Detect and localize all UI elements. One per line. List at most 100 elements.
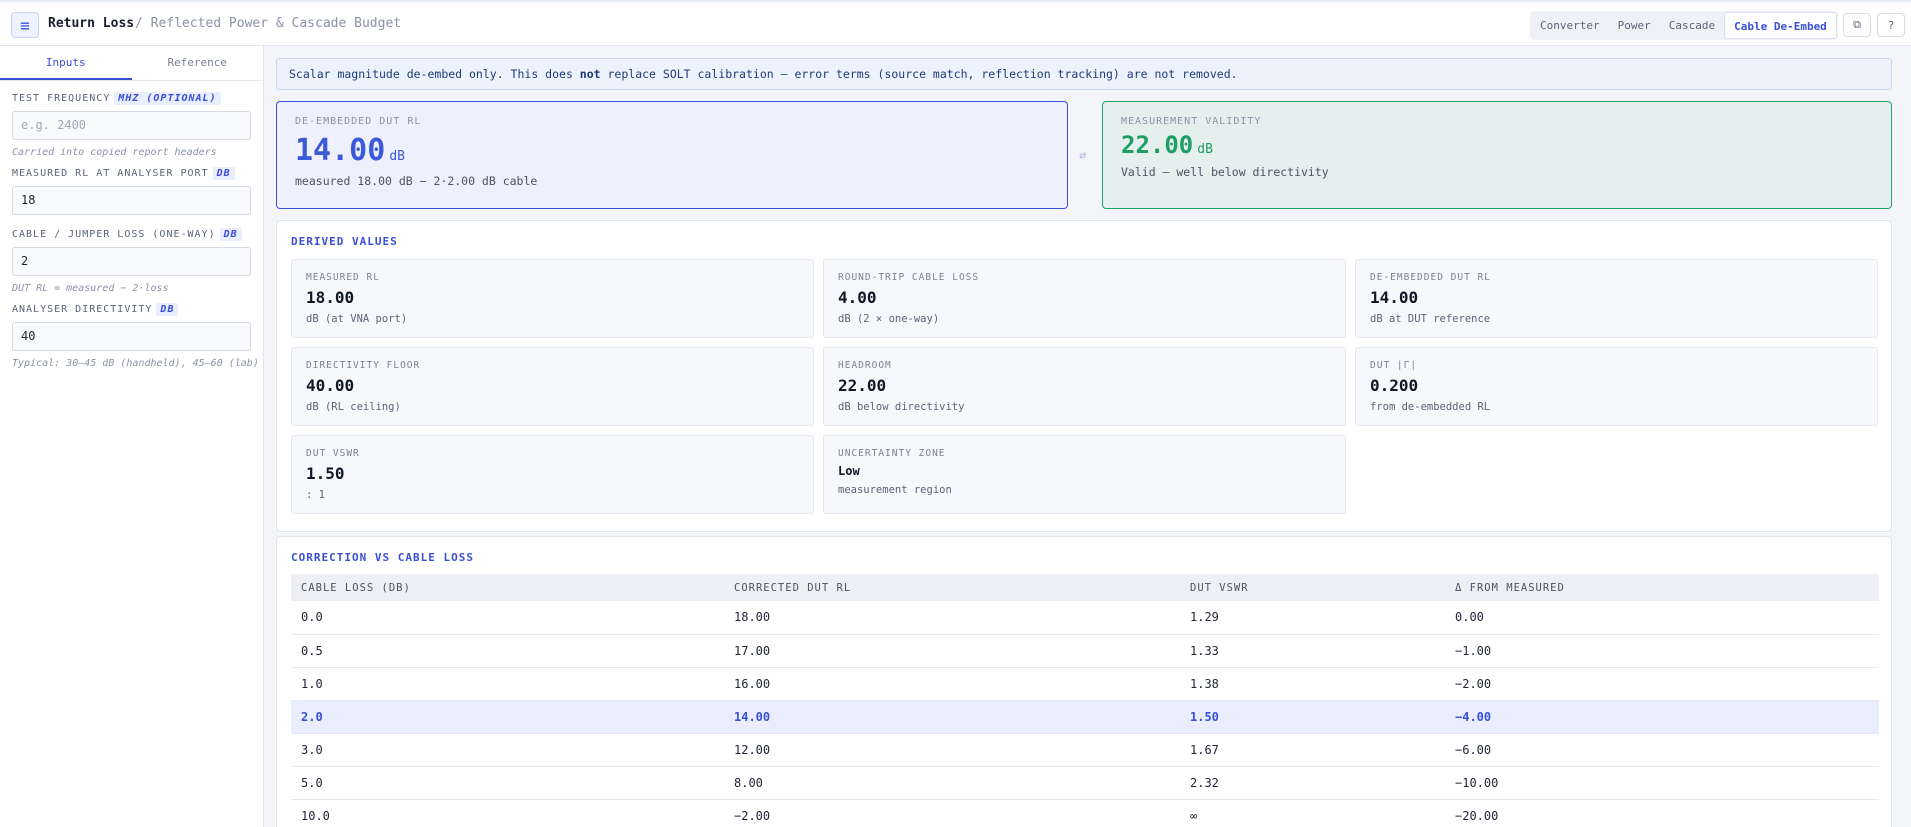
table-cell: 16.00 bbox=[724, 667, 1180, 701]
directivity-unit: DB bbox=[156, 303, 179, 316]
dut-rl-value: 14.00 bbox=[295, 133, 386, 168]
table-cell: 8.00 bbox=[724, 766, 1180, 800]
card-sub: dB (at VNA port) bbox=[306, 313, 408, 325]
hamburger-menu-icon[interactable]: ≡ bbox=[11, 12, 39, 38]
derived-card-vswr: DUT VSWR 1.50 : 1 bbox=[291, 435, 814, 514]
freq-unit: MHZ (OPTIONAL) bbox=[114, 92, 221, 105]
derived-title: DERIVED VALUES bbox=[291, 235, 398, 248]
table-cell: 2.32 bbox=[1180, 766, 1445, 800]
notice-text-bold: not bbox=[579, 67, 601, 81]
dut-rl-label: DE-EMBEDDED DUT RL bbox=[295, 116, 422, 127]
table-cell: −6.00 bbox=[1445, 733, 1879, 767]
card-value: 1.50 bbox=[306, 464, 345, 483]
col-vswr: DUT VSWR bbox=[1180, 574, 1445, 601]
table-row: 2.0 14.00 1.50 −4.00 bbox=[291, 700, 1879, 734]
tab-cascade[interactable]: Cascade bbox=[1660, 12, 1724, 39]
validity-value: 22.00 bbox=[1121, 131, 1194, 159]
table-cell: 1.0 bbox=[291, 667, 724, 701]
directivity-label-text: ANALYSER DIRECTIVITY bbox=[12, 304, 153, 315]
table-cell: 0.0 bbox=[291, 601, 724, 635]
table-cell: 2.0 bbox=[291, 700, 724, 734]
card-sub: dB at DUT reference bbox=[1370, 313, 1491, 325]
card-label: DUT |Γ| bbox=[1370, 360, 1418, 371]
table-cell: 18.00 bbox=[724, 601, 1180, 635]
help-icon[interactable]: ? bbox=[1877, 13, 1905, 37]
freq-label: TEST FREQUENCY MHZ (OPTIONAL) bbox=[12, 92, 263, 105]
table-cell: 14.00 bbox=[724, 700, 1180, 734]
table-cell: 10.0 bbox=[291, 799, 724, 827]
frequency-input[interactable]: e.g. 2400 bbox=[12, 111, 251, 140]
table-cell: −4.00 bbox=[1445, 700, 1879, 734]
card-label: MEASURED RL bbox=[306, 272, 380, 283]
table-cell: 3.0 bbox=[291, 733, 724, 767]
table-cell: 1.38 bbox=[1180, 667, 1445, 701]
table-row: 10.0 −2.00 ∞ −20.00 bbox=[291, 799, 1879, 827]
col-cable-loss: CABLE LOSS (DB) bbox=[291, 574, 724, 601]
card-sub: dB (RL ceiling) bbox=[306, 401, 401, 413]
tab-reference[interactable]: Reference bbox=[132, 46, 264, 80]
cable-hint: DUT RL = measured − 2·loss bbox=[12, 283, 169, 294]
card-sub: dB (2 × one-way) bbox=[838, 313, 940, 325]
tab-power[interactable]: Power bbox=[1609, 12, 1660, 39]
table-row: 0.5 17.00 1.33 −1.00 bbox=[291, 634, 1879, 668]
card-value: 18.00 bbox=[306, 288, 355, 307]
main-content: Scalar magnitude de-embed only. This doe… bbox=[264, 46, 1911, 827]
table-cell: 0.5 bbox=[291, 634, 724, 668]
derived-card-headroom: HEADROOM 22.00 dB below directivity bbox=[823, 347, 1346, 426]
measured-label-text: MEASURED RL AT ANALYSER PORT bbox=[12, 168, 209, 179]
table-cell: −2.00 bbox=[724, 799, 1180, 827]
table-cell: 1.50 bbox=[1180, 700, 1445, 734]
derived-card-directivity: DIRECTIVITY FLOOR 40.00 dB (RL ceiling) bbox=[291, 347, 814, 426]
card-sub: from de-embedded RL bbox=[1370, 401, 1491, 413]
cable-label: CABLE / JUMPER LOSS (ONE-WAY) DB bbox=[12, 228, 263, 241]
table-cell: 1.67 bbox=[1180, 733, 1445, 767]
notice-text-pre: Scalar magnitude de-embed only. This doe… bbox=[289, 67, 580, 81]
cable-loss-input[interactable]: 2 bbox=[12, 247, 251, 276]
col-delta: Δ FROM MEASURED bbox=[1445, 574, 1879, 601]
correction-title: CORRECTION VS CABLE LOSS bbox=[291, 551, 474, 564]
tab-cable-de-embed[interactable]: Cable De-Embed bbox=[1724, 12, 1837, 39]
col-corrected-rl: CORRECTED DUT RL bbox=[724, 574, 1180, 601]
derived-values-panel: DERIVED VALUES MEASURED RL 18.00 dB (at … bbox=[276, 220, 1892, 532]
table-row: 3.0 12.00 1.67 −6.00 bbox=[291, 733, 1879, 767]
validity-card: MEASUREMENT VALIDITY 22.00 dB Valid — wel… bbox=[1102, 101, 1892, 209]
card-sub: dB below directivity bbox=[838, 401, 965, 413]
dut-rl-formula: measured 18.00 dB − 2·2.00 dB cable bbox=[295, 174, 538, 188]
card-sub: : 1 bbox=[306, 489, 325, 501]
page-subtitle: / Reflected Power & Cascade Budget bbox=[135, 16, 402, 31]
table-row: 1.0 16.00 1.38 −2.00 bbox=[291, 667, 1879, 701]
notice-text-post: replace SOLT calibration — error terms (… bbox=[600, 67, 1238, 81]
card-value: 22.00 bbox=[838, 376, 887, 395]
sidebar-tabs: Inputs Reference bbox=[0, 46, 263, 81]
card-value: 0.200 bbox=[1370, 376, 1419, 395]
table-cell: −2.00 bbox=[1445, 667, 1879, 701]
card-label: DE-EMBEDDED DUT RL bbox=[1370, 272, 1491, 283]
dut-rl-unit: dB bbox=[389, 149, 405, 164]
freq-label-text: TEST FREQUENCY bbox=[12, 93, 111, 104]
info-notice: Scalar magnitude de-embed only. This doe… bbox=[276, 58, 1892, 90]
correction-table: CABLE LOSS (DB) CORRECTED DUT RL DUT VSW… bbox=[291, 574, 1879, 827]
card-label: ROUND-TRIP CABLE LOSS bbox=[838, 272, 980, 283]
card-value: 14.00 bbox=[1370, 288, 1419, 307]
tab-inputs[interactable]: Inputs bbox=[0, 46, 132, 80]
measured-rl-input[interactable]: 18 bbox=[12, 186, 251, 215]
card-value: 4.00 bbox=[838, 288, 877, 307]
cable-label-text: CABLE / JUMPER LOSS (ONE-WAY) bbox=[12, 229, 216, 240]
table-cell: −20.00 bbox=[1445, 799, 1879, 827]
table-cell: ∞ bbox=[1180, 799, 1445, 827]
validity-unit: dB bbox=[1197, 142, 1213, 157]
table-cell: −10.00 bbox=[1445, 766, 1879, 800]
validity-value-row: 22.00 dB bbox=[1121, 131, 1873, 159]
measured-unit: DB bbox=[212, 167, 235, 180]
table-cell: 0.00 bbox=[1445, 601, 1879, 635]
directivity-input[interactable]: 40 bbox=[12, 322, 251, 351]
measured-label: MEASURED RL AT ANALYSER PORT DB bbox=[12, 167, 263, 180]
freq-hint: Carried into copied report headers bbox=[12, 147, 217, 158]
table-cell: 1.33 bbox=[1180, 634, 1445, 668]
copy-icon[interactable]: ⧉ bbox=[1843, 13, 1871, 37]
derived-card-gamma: DUT |Γ| 0.200 from de-embedded RL bbox=[1355, 347, 1878, 426]
card-sub: measurement region bbox=[838, 484, 952, 496]
cable-unit: DB bbox=[219, 228, 242, 241]
derived-card-measured-rl: MEASURED RL 18.00 dB (at VNA port) bbox=[291, 259, 814, 338]
tab-converter[interactable]: Converter bbox=[1531, 12, 1609, 39]
